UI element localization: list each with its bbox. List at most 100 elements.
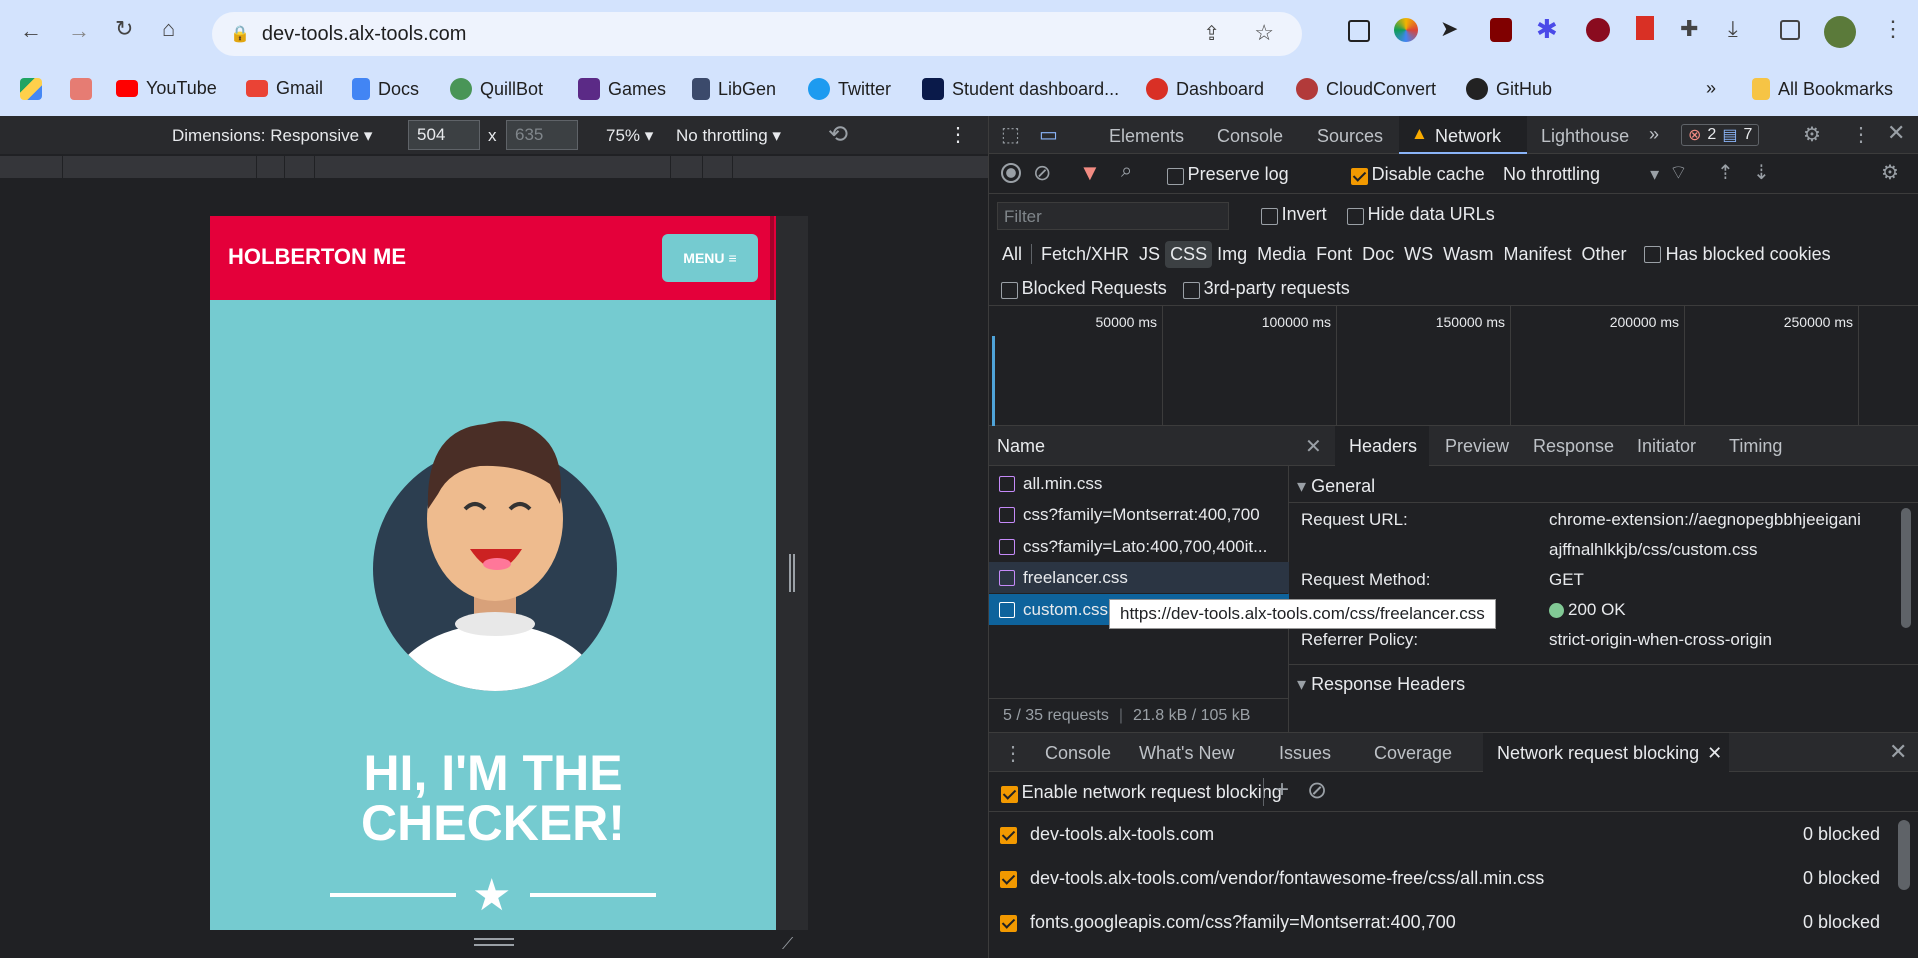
type-wasm[interactable]: Wasm <box>1438 241 1498 268</box>
drawer-tab-console[interactable]: Console <box>1045 743 1111 764</box>
detail-tab-timing[interactable]: Timing <box>1729 436 1782 457</box>
close-devtools-icon[interactable]: ✕ <box>1887 120 1905 146</box>
type-media[interactable]: Media <box>1252 241 1311 268</box>
resize-handle-right[interactable] <box>789 554 795 592</box>
name-column-header[interactable]: Name <box>989 426 1289 466</box>
type-css[interactable]: CSS <box>1165 240 1213 268</box>
blocked-pattern-item[interactable]: fonts.googleapis.com/css?family=Montserr… <box>998 900 1908 944</box>
avatar[interactable] <box>1824 16 1856 48</box>
star-icon[interactable]: ☆ <box>1254 20 1274 46</box>
bookmark-drive[interactable] <box>20 78 42 100</box>
type-all[interactable]: All <box>997 241 1027 268</box>
bookmark-docs[interactable]: Docs <box>352 78 419 100</box>
type-font[interactable]: Font <box>1311 241 1357 268</box>
kebab-menu-icon[interactable]: ⋮ <box>1882 16 1904 42</box>
bookmark-dashboard[interactable]: Dashboard <box>1146 78 1264 100</box>
bookmark-student-dashboard[interactable]: Student dashboard... <box>922 78 1119 100</box>
detail-tab-response[interactable]: Response <box>1533 436 1614 457</box>
height-input[interactable]: 635 <box>506 120 578 150</box>
detail-tab-preview[interactable]: Preview <box>1445 436 1509 457</box>
more-tabs-icon[interactable]: » <box>1649 124 1659 145</box>
rotate-icon[interactable]: ⟲ <box>828 120 848 149</box>
third-party-checkbox[interactable]: 3rd-party requests <box>1183 278 1350 300</box>
response-headers-toggle[interactable]: ▾ Response Headers <box>1297 674 1465 695</box>
reload-icon[interactable]: ↻ <box>115 16 133 42</box>
bookmark-twitter[interactable]: Twitter <box>808 78 891 100</box>
disable-cache-checkbox[interactable]: Disable cache <box>1351 164 1485 186</box>
type-img[interactable]: Img <box>1212 241 1252 268</box>
issue-counters[interactable]: ⊗ 2 ▤ 7 <box>1681 124 1760 146</box>
drawer-tab-network-request-blocking[interactable]: Network request blocking ✕ <box>1483 733 1729 773</box>
detail-tab-initiator[interactable]: Initiator <box>1637 436 1696 457</box>
settings-gear-icon[interactable]: ⚙ <box>1803 122 1821 147</box>
back-icon[interactable]: ← <box>20 18 42 44</box>
tab-lighthouse[interactable]: Lighthouse <box>1541 126 1629 147</box>
clear-icon[interactable]: ⊘ <box>1033 160 1051 186</box>
forward-icon[interactable]: → <box>68 18 90 44</box>
bookmark-gift[interactable] <box>70 78 92 100</box>
site-brand[interactable]: HOLBERTON ME <box>228 244 406 270</box>
drawer-tab-whats-new[interactable]: What's New <box>1139 743 1234 764</box>
ublock-origin-icon[interactable] <box>1586 18 1610 42</box>
timeline-overview[interactable]: 50000 ms 100000 ms 150000 ms 200000 ms 2… <box>989 306 1918 426</box>
tab-network[interactable]: ▲ Network <box>1399 116 1527 154</box>
import-har-icon[interactable]: ⇡ <box>1717 160 1734 185</box>
general-section-toggle[interactable]: ▾ General <box>1297 476 1375 497</box>
zoom-select[interactable]: 75% ▾ <box>606 126 653 146</box>
drawer-tab-issues[interactable]: Issues <box>1279 743 1331 764</box>
dimensions-select[interactable]: Dimensions: Responsive ▾ <box>172 126 372 146</box>
type-fetch-xhr[interactable]: Fetch/XHR <box>1036 241 1134 268</box>
extension-color-icon[interactable] <box>1394 18 1418 42</box>
bookmark-gmail[interactable]: Gmail <box>246 78 323 99</box>
has-blocked-cookies-checkbox[interactable]: Has blocked cookies <box>1643 244 1831 265</box>
blocked-pattern-item[interactable]: dev-tools.alx-tools.com/vendor/fontaweso… <box>998 856 1908 900</box>
bookmark-libgen[interactable]: LibGen <box>692 78 776 100</box>
inspect-element-icon[interactable]: ⬚ <box>1001 122 1020 147</box>
tab-elements[interactable]: Elements <box>1109 126 1184 147</box>
close-tab-icon[interactable]: ✕ <box>1707 743 1722 763</box>
request-row[interactable]: freelancer.css <box>989 562 1289 593</box>
blocked-requests-checkbox[interactable]: Blocked Requests <box>1001 278 1167 300</box>
resize-handle-bottom[interactable] <box>474 938 514 946</box>
throttle-select[interactable]: No throttling ▾ <box>676 126 781 146</box>
bookmark-youtube[interactable]: YouTube <box>116 78 217 99</box>
resize-corner-icon[interactable]: ⟋ <box>782 936 793 954</box>
hide-data-urls-checkbox[interactable]: Hide data URLs <box>1347 204 1495 226</box>
filter-input[interactable]: Filter <box>997 202 1229 230</box>
close-drawer-icon[interactable]: ✕ <box>1889 739 1907 765</box>
more-bookmarks-button[interactable]: » <box>1706 78 1716 99</box>
cursor-extension-icon[interactable]: ➤ <box>1440 16 1458 42</box>
puzzle-icon[interactable]: ✚ <box>1680 16 1698 42</box>
address-bar[interactable]: 🔒 dev-tools.alx-tools.com ⇪ ☆ <box>212 12 1302 56</box>
site-info-icon[interactable]: 🔒 <box>230 24 250 44</box>
type-doc[interactable]: Doc <box>1357 241 1399 268</box>
request-row[interactable]: all.min.css <box>989 468 1289 499</box>
device-toggle-icon[interactable]: ▭ <box>1039 122 1058 147</box>
picture-in-picture-icon[interactable] <box>1348 20 1370 42</box>
close-detail-icon[interactable]: ✕ <box>1305 434 1322 459</box>
ublock-icon[interactable] <box>1490 18 1512 42</box>
width-input[interactable]: 504 <box>408 120 480 150</box>
detail-tab-headers[interactable]: Headers <box>1335 426 1429 466</box>
preserve-log-checkbox[interactable]: Preserve log <box>1167 164 1289 186</box>
add-pattern-icon[interactable]: + <box>1275 776 1289 804</box>
type-manifest[interactable]: Manifest <box>1499 241 1577 268</box>
devtools-menu-icon[interactable]: ⋮ <box>1851 122 1871 147</box>
home-icon[interactable]: ⌂ <box>162 16 175 42</box>
menu-button[interactable]: MENU ≡ <box>662 234 758 282</box>
type-ws[interactable]: WS <box>1399 241 1438 268</box>
snowflake-extension-icon[interactable]: ✱ <box>1536 14 1558 45</box>
drawer-menu-icon[interactable]: ⋮ <box>1003 741 1023 766</box>
remove-all-patterns-icon[interactable]: ⊘ <box>1307 776 1327 805</box>
request-row[interactable]: css?family=Lato:400,700,400it... <box>989 531 1289 562</box>
network-throttle-select[interactable]: No throttling ▾ <box>1503 164 1659 185</box>
share-icon[interactable]: ⇪ <box>1203 21 1220 46</box>
download-icon[interactable]: ⤓ <box>1728 16 1738 42</box>
enable-blocking-checkbox[interactable]: Enable network request blocking <box>1001 782 1282 804</box>
bookmark-github[interactable]: GitHub <box>1466 78 1552 100</box>
bookmark-games[interactable]: Games <box>578 78 666 100</box>
export-har-icon[interactable]: ⇣ <box>1753 160 1770 185</box>
drawer-tab-coverage[interactable]: Coverage <box>1374 743 1452 764</box>
type-js[interactable]: JS <box>1134 241 1165 268</box>
request-row[interactable]: css?family=Montserrat:400,700 <box>989 499 1289 530</box>
